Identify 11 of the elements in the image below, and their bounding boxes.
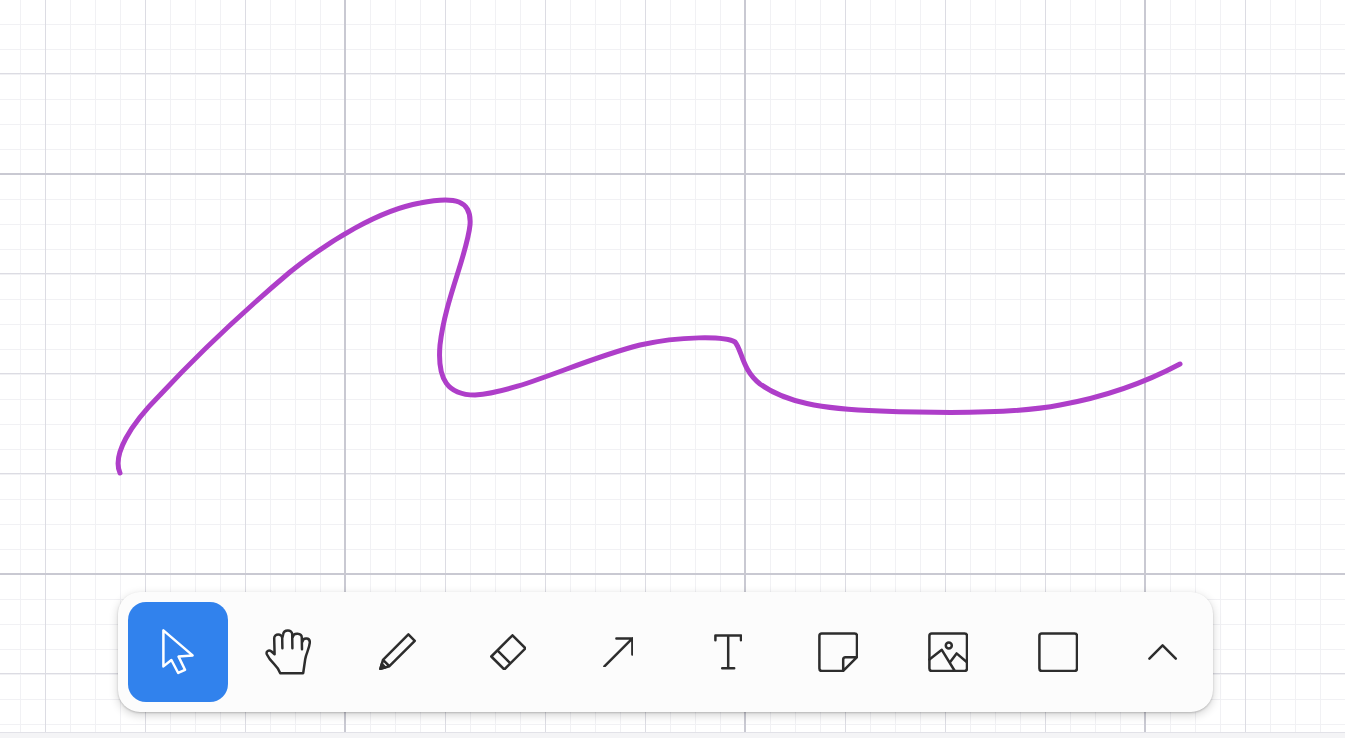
eraser-icon	[489, 633, 527, 671]
hand-icon	[264, 629, 312, 675]
square-icon	[1037, 631, 1079, 673]
chevron-up-icon	[1148, 644, 1178, 660]
text-icon	[713, 634, 743, 670]
select-tool-button[interactable]	[128, 602, 228, 702]
pencil-icon	[379, 633, 417, 671]
image-icon	[927, 631, 969, 673]
arrow-icon	[602, 636, 634, 668]
sticky-note-icon	[817, 631, 859, 673]
cursor-icon	[162, 629, 194, 675]
